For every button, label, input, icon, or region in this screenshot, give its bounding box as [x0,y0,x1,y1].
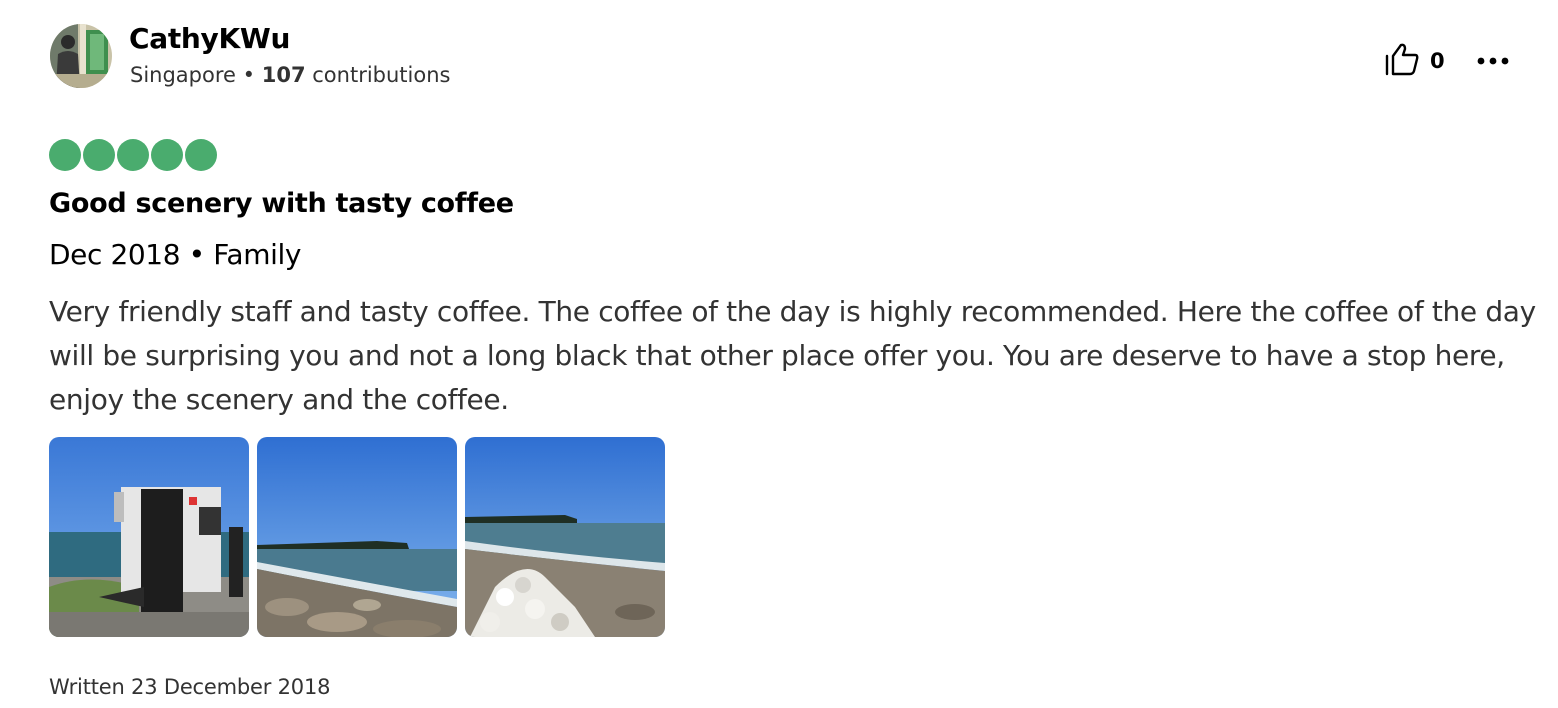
meta-separator: • [242,63,256,87]
trip-separator: • [188,238,206,271]
rating-bubble-icon [49,139,81,171]
review-photos [49,437,665,637]
author-location: Singapore [130,63,236,87]
rating-bubble-icon [151,139,183,171]
review-photo-beach[interactable] [257,437,457,637]
author-meta: Singapore • 107 contributions [130,63,450,87]
rating-bubble-icon [185,139,217,171]
contributions-count: 107 [261,63,306,87]
review-text: Very friendly staff and tasty coffee. Th… [49,295,1536,416]
review-photo-stones[interactable] [465,437,665,637]
trip-date: Dec 2018 [49,238,181,271]
avatar[interactable] [50,24,112,88]
review-title[interactable]: Good scenery with tasty coffee [49,188,514,219]
trip-type: Family [213,238,301,271]
contributions-label: contributions [312,63,451,87]
thumbs-up-icon [1384,42,1420,80]
author-name[interactable]: CathyKWu [129,22,290,55]
bubble-rating [49,139,217,171]
rating-bubble-icon [83,139,115,171]
helpful-count: 0 [1430,49,1445,73]
review-photo-coffee-cart[interactable] [49,437,249,637]
review-card: CathyKWu Singapore • 107 contributions 0… [0,0,1558,708]
more-options-button[interactable] [1475,44,1511,74]
trip-info: Dec 2018 • Family [49,238,301,271]
helpful-vote-button[interactable]: 0 [1384,42,1445,80]
rating-bubble-icon [117,139,149,171]
more-options-icon [1477,50,1509,69]
written-date: Written 23 December 2018 [49,675,331,699]
